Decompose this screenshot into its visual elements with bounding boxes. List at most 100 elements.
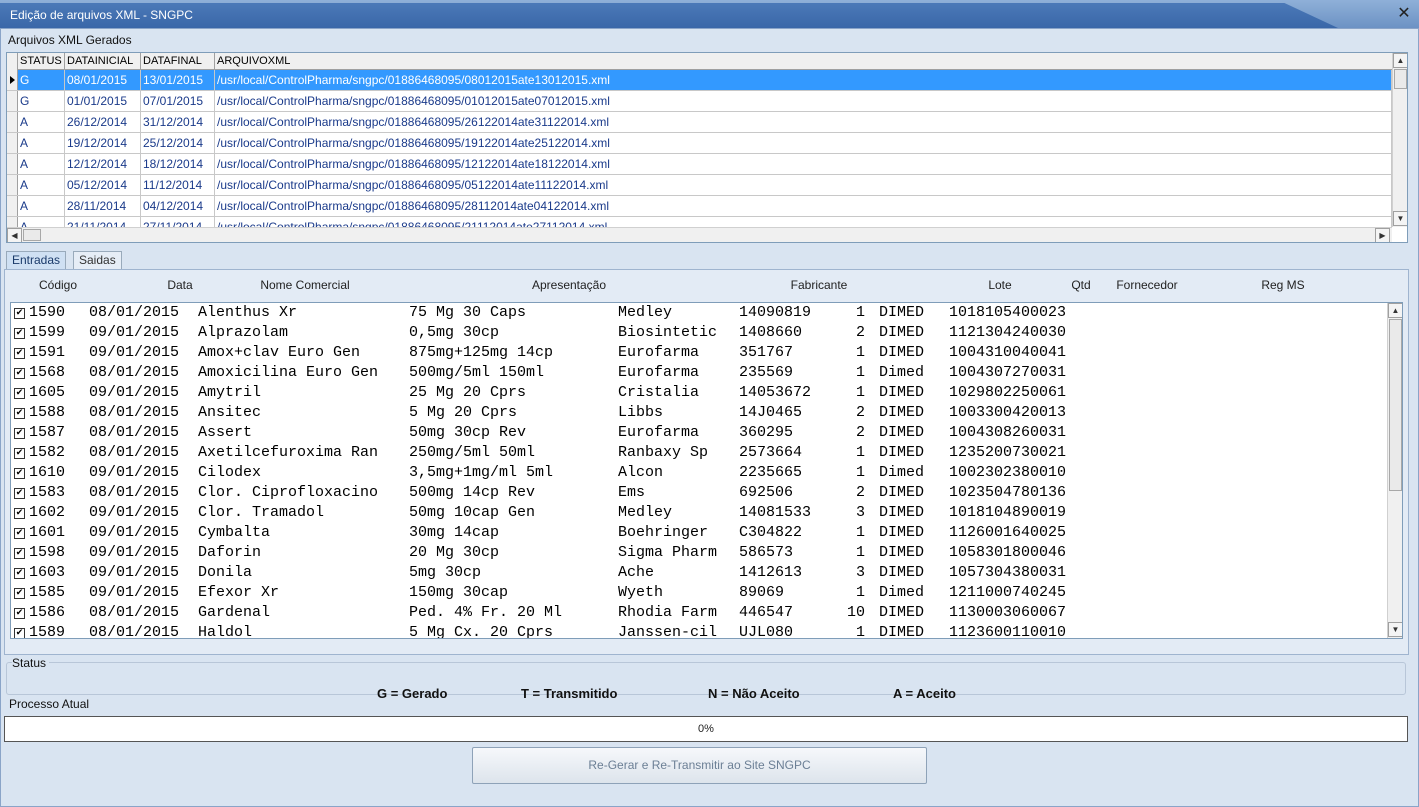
datainicial-cell[interactable]: 19/12/2014 <box>65 133 141 153</box>
close-icon[interactable]: ✕ <box>1395 5 1413 23</box>
status-cell[interactable]: A <box>18 196 65 216</box>
datafinal-cell[interactable]: 11/12/2014 <box>141 175 215 195</box>
xml-table-row[interactable]: A 28/11/2014 04/12/2014/usr/local/ControlP… <box>7 196 1392 217</box>
xml-grid-horizontal-scrollbar[interactable]: ◀ ▶ <box>7 227 1392 242</box>
product-row[interactable]: ✔ 1590 08/01/2015 Alenthus Xr 75 Mg 30 Caps M… <box>11 303 1387 323</box>
column-header-status[interactable]: STATUS <box>18 53 65 70</box>
column-header-reg-ms[interactable]: Reg MS <box>1253 278 1313 292</box>
arquivoxml-cell[interactable]: /usr/local/ControlPharma/sngpc/018864680… <box>215 154 1392 174</box>
product-row[interactable]: ✔ 1602 09/01/2015 Clor. Tramadol 50mg 10cap … <box>11 503 1387 523</box>
column-header-apresentacao[interactable]: Apresentação <box>505 278 633 292</box>
product-row[interactable]: ✔ 1610 09/01/2015 Cilodex 3,5mg+1mg/ml 5ml Al… <box>11 463 1387 483</box>
status-cell[interactable]: A <box>18 112 65 132</box>
datafinal-cell[interactable]: 18/12/2014 <box>141 154 215 174</box>
row-checkbox[interactable]: ✔ <box>14 628 25 638</box>
xml-table-row[interactable]: A 05/12/2014 11/12/2014/usr/local/ControlP… <box>7 175 1392 196</box>
column-header-datafinal[interactable]: DATAFINAL <box>141 53 215 70</box>
row-checkbox[interactable]: ✔ <box>14 488 25 499</box>
row-checkbox[interactable]: ✔ <box>14 568 25 579</box>
datafinal-cell[interactable]: 31/12/2014 <box>141 112 215 132</box>
xml-table-row[interactable]: A 19/12/2014 25/12/2014/usr/local/ControlP… <box>7 133 1392 154</box>
xml-table-row[interactable]: A 12/12/2014 18/12/2014/usr/local/ControlP… <box>7 154 1392 175</box>
product-row[interactable]: ✔ 1598 09/01/2015 Daforin 20 Mg 30cp Sigma Ph… <box>11 543 1387 563</box>
product-row[interactable]: ✔ 1603 09/01/2015 Donila 5mg 30cp Ache 1412613… <box>11 563 1387 583</box>
scroll-thumb[interactable] <box>1394 69 1407 89</box>
row-checkbox[interactable]: ✔ <box>14 548 25 559</box>
xml-table-row[interactable]: A 21/11/2014 27/11/2014/usr/local/ControlP… <box>7 217 1392 227</box>
scroll-down-icon[interactable]: ▼ <box>1393 211 1407 226</box>
product-row[interactable]: ✔ 1582 08/01/2015 Axetilcefuroxima Ran 250mg… <box>11 443 1387 463</box>
datainicial-cell[interactable]: 08/01/2015 <box>65 70 141 90</box>
datainicial-cell[interactable]: 26/12/2014 <box>65 112 141 132</box>
row-checkbox[interactable]: ✔ <box>14 608 25 619</box>
arquivoxml-cell[interactable]: /usr/local/ControlPharma/sngpc/018864680… <box>215 217 1392 227</box>
products-vertical-scrollbar[interactable]: ▲ ▼ <box>1387 303 1402 638</box>
column-header-data[interactable]: Data <box>150 278 210 292</box>
product-row[interactable]: ✔ 1568 08/01/2015 Amoxicilina Euro Gen 500mg… <box>11 363 1387 383</box>
row-checkbox[interactable]: ✔ <box>14 328 25 339</box>
column-header-arquivoxml[interactable]: ARQUIVOXML <box>215 53 1392 70</box>
column-header-fornecedor[interactable]: Fornecedor <box>1105 278 1189 292</box>
column-header-lote[interactable]: Lote <box>975 278 1025 292</box>
row-checkbox[interactable]: ✔ <box>14 588 25 599</box>
arquivoxml-cell[interactable]: /usr/local/ControlPharma/sngpc/018864680… <box>215 175 1392 195</box>
status-cell[interactable]: A <box>18 133 65 153</box>
column-header-nome-comercial[interactable]: Nome Comercial <box>245 278 365 292</box>
scroll-right-icon[interactable]: ▶ <box>1375 228 1390 242</box>
product-row[interactable]: ✔ 1605 09/01/2015 Amytril 25 Mg 20 Cprs Crist… <box>11 383 1387 403</box>
column-header-fabricante[interactable]: Fabricante <box>775 278 863 292</box>
product-row[interactable]: ✔ 1589 08/01/2015 Haldol 5 Mg Cx. 20 Cprs Jan… <box>11 623 1387 638</box>
row-checkbox[interactable]: ✔ <box>14 388 25 399</box>
datainicial-cell[interactable]: 01/01/2015 <box>65 91 141 111</box>
regenerate-transmit-button[interactable]: Re-Gerar e Re-Transmitir ao Site SNGPC <box>472 747 927 784</box>
datafinal-cell[interactable]: 13/01/2015 <box>141 70 215 90</box>
column-header-qtd[interactable]: Qtd <box>1063 278 1099 292</box>
datainicial-cell[interactable]: 21/11/2014 <box>65 217 141 227</box>
status-cell[interactable]: A <box>18 154 65 174</box>
scroll-left-icon[interactable]: ◀ <box>7 228 22 242</box>
datafinal-cell[interactable]: 04/12/2014 <box>141 196 215 216</box>
xml-files-grid[interactable]: STATUS DATAINICIAL DATAFINAL ARQUIVOXML … <box>6 52 1408 243</box>
products-list[interactable]: ✔ 1590 08/01/2015 Alenthus Xr 75 Mg 30 Caps M… <box>10 302 1403 639</box>
arquivoxml-cell[interactable]: /usr/local/ControlPharma/sngpc/018864680… <box>215 196 1392 216</box>
row-checkbox[interactable]: ✔ <box>14 308 25 319</box>
datainicial-cell[interactable]: 05/12/2014 <box>65 175 141 195</box>
arquivoxml-cell[interactable]: /usr/local/ControlPharma/sngpc/018864680… <box>215 91 1392 111</box>
scroll-down-icon[interactable]: ▼ <box>1388 622 1402 637</box>
datainicial-cell[interactable]: 12/12/2014 <box>65 154 141 174</box>
arquivoxml-cell[interactable]: /usr/local/ControlPharma/sngpc/018864680… <box>215 112 1392 132</box>
status-cell[interactable]: A <box>18 175 65 195</box>
product-row[interactable]: ✔ 1586 08/01/2015 Gardenal Ped. 4% Fr. 20 Ml… <box>11 603 1387 623</box>
xml-table-row[interactable]: G 01/01/2015 07/01/2015/usr/local/ControlP… <box>7 91 1392 112</box>
arquivoxml-cell[interactable]: /usr/local/ControlPharma/sngpc/018864680… <box>215 133 1392 153</box>
row-checkbox[interactable]: ✔ <box>14 468 25 479</box>
scroll-thumb[interactable] <box>1389 319 1402 491</box>
product-row[interactable]: ✔ 1583 08/01/2015 Clor. Ciprofloxacino 500mg… <box>11 483 1387 503</box>
row-checkbox[interactable]: ✔ <box>14 448 25 459</box>
product-row[interactable]: ✔ 1599 09/01/2015 Alprazolam 0,5mg 30cp Biosi… <box>11 323 1387 343</box>
tab-saidas[interactable]: Saidas <box>73 251 122 269</box>
product-row[interactable]: ✔ 1588 08/01/2015 Ansitec 5 Mg 20 Cprs Libbs 1… <box>11 403 1387 423</box>
tab-entradas[interactable]: Entradas <box>6 251 67 269</box>
row-checkbox[interactable]: ✔ <box>14 368 25 379</box>
horizontal-scroll-thumb[interactable] <box>23 229 41 241</box>
product-row[interactable]: ✔ 1601 09/01/2015 Cymbalta 30mg 14cap Boehrin… <box>11 523 1387 543</box>
status-cell[interactable]: G <box>18 70 65 90</box>
datafinal-cell[interactable]: 25/12/2014 <box>141 133 215 153</box>
datafinal-cell[interactable]: 27/11/2014 <box>141 217 215 227</box>
row-checkbox[interactable]: ✔ <box>14 408 25 419</box>
row-checkbox[interactable]: ✔ <box>14 348 25 359</box>
row-checkbox[interactable]: ✔ <box>14 428 25 439</box>
xml-table-row[interactable]: G 08/01/2015 13/01/2015/usr/local/ControlP… <box>7 70 1392 91</box>
column-header-datainicial[interactable]: DATAINICIAL <box>65 53 141 70</box>
xml-grid-vertical-scrollbar[interactable]: ▲ ▼ <box>1392 53 1407 227</box>
product-row[interactable]: ✔ 1591 09/01/2015 Amox+clav Euro Gen 875mg+1… <box>11 343 1387 363</box>
product-row[interactable]: ✔ 1585 09/01/2015 Efexor Xr 150mg 30cap Wyeth… <box>11 583 1387 603</box>
xml-table-row[interactable]: A 26/12/2014 31/12/2014/usr/local/ControlP… <box>7 112 1392 133</box>
status-cell[interactable]: G <box>18 91 65 111</box>
datainicial-cell[interactable]: 28/11/2014 <box>65 196 141 216</box>
product-row[interactable]: ✔ 1587 08/01/2015 Assert 50mg 30cp Rev Eurofa… <box>11 423 1387 443</box>
arquivoxml-cell[interactable]: /usr/local/ControlPharma/sngpc/018864680… <box>215 70 1392 90</box>
scroll-up-icon[interactable]: ▲ <box>1388 303 1402 318</box>
column-header-codigo[interactable]: Código <box>25 278 91 292</box>
